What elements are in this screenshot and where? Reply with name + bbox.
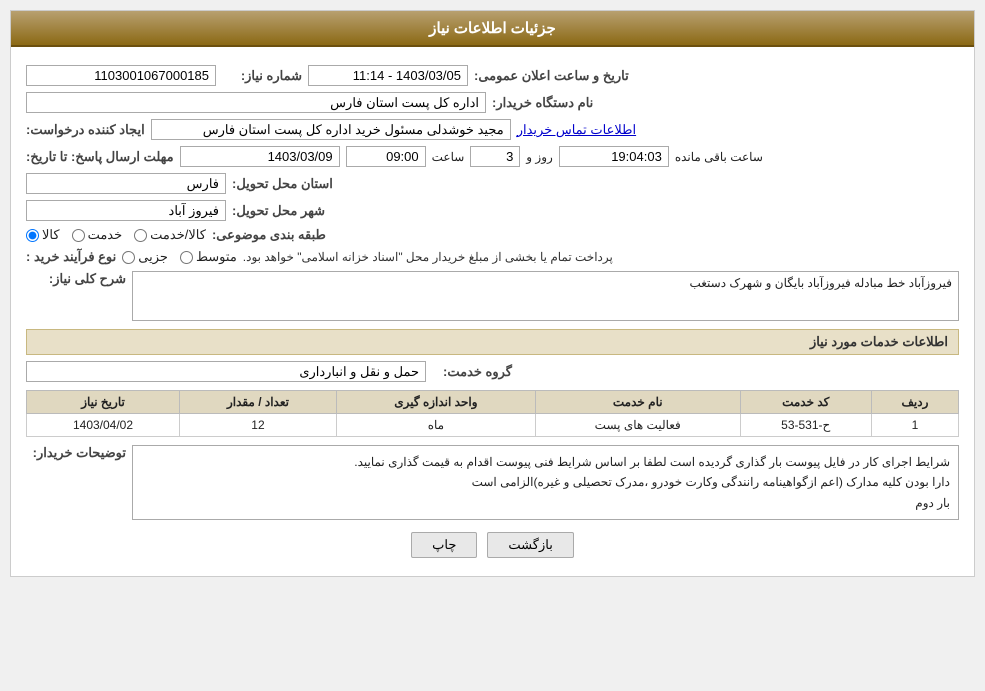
response-deadline-label: مهلت ارسال پاسخ: تا تاریخ: bbox=[26, 149, 174, 165]
creator-name-input bbox=[151, 119, 511, 140]
category-radio-service[interactable] bbox=[72, 229, 85, 242]
purchase-note: پرداخت تمام یا بخشی از مبلغ خریدار محل "… bbox=[243, 250, 613, 264]
service-group-label: گروه خدمت: bbox=[432, 364, 512, 380]
need-number-input bbox=[26, 65, 216, 86]
category-radio-group: کالا/خدمت خدمت کالا bbox=[26, 227, 206, 243]
table-row: 1 ح-531-53 فعالیت های پست ماه 12 1403/04… bbox=[27, 414, 959, 437]
category-label: طبقه بندی موضوعی: bbox=[212, 227, 326, 243]
creator-label: ایجاد کننده درخواست: bbox=[26, 122, 145, 138]
col-header-row: ردیف bbox=[871, 391, 958, 414]
category-radio-service-product[interactable] bbox=[134, 229, 147, 242]
category-label-service-product: کالا/خدمت bbox=[150, 227, 206, 243]
cell-name: فعالیت های پست bbox=[535, 414, 740, 437]
need-number-label: شماره نیاز: bbox=[222, 68, 302, 84]
category-option-service-product[interactable]: کالا/خدمت bbox=[134, 227, 206, 243]
need-desc-textarea[interactable]: فیروزآباد خط مبادله فیروزآباد بایگان و ش… bbox=[132, 271, 959, 321]
announce-date-input[interactable] bbox=[308, 65, 468, 86]
remain-label: ساعت باقی مانده bbox=[675, 150, 763, 164]
purchase-type-label: نوع فرآیند خرید : bbox=[26, 249, 116, 265]
buyer-notes-label: توضیحات خریدار: bbox=[26, 445, 126, 461]
cell-row: 1 bbox=[871, 414, 958, 437]
cell-code: ح-531-53 bbox=[740, 414, 871, 437]
back-button[interactable]: بازگشت bbox=[487, 532, 573, 558]
purchase-type-group: متوسط جزیی bbox=[122, 249, 237, 265]
response-time-input bbox=[346, 146, 426, 167]
services-table: ردیف کد خدمت نام خدمت واحد اندازه گیری ت… bbox=[26, 390, 959, 437]
province-label: استان محل تحویل: bbox=[232, 176, 333, 192]
announce-date-label: تاریخ و ساعت اعلان عمومی: bbox=[474, 68, 629, 84]
cell-unit: ماه bbox=[336, 414, 535, 437]
remain-input bbox=[559, 146, 669, 167]
category-label-service: خدمت bbox=[88, 227, 123, 243]
city-input bbox=[26, 200, 226, 221]
page-header: جزئیات اطلاعات نیاز bbox=[11, 11, 974, 47]
buyer-notes-box: شرایط اجرای کار در فایل پیوست بار گذاری … bbox=[132, 445, 959, 520]
purchase-radio-medium[interactable] bbox=[180, 251, 193, 264]
purchase-type-minor-label: جزیی bbox=[138, 249, 168, 265]
purchase-radio-minor[interactable] bbox=[122, 251, 135, 264]
need-desc-label: شرح کلی نیاز: bbox=[26, 271, 126, 287]
purchase-type-medium[interactable]: متوسط bbox=[180, 249, 237, 265]
page-title: جزئیات اطلاعات نیاز bbox=[429, 20, 556, 37]
response-date-input bbox=[180, 146, 340, 167]
buyer-org-label: نام دستگاه خریدار: bbox=[492, 95, 593, 111]
category-option-service[interactable]: خدمت bbox=[72, 227, 123, 243]
province-input bbox=[26, 173, 226, 194]
purchase-type-minor[interactable]: جزیی bbox=[122, 249, 168, 265]
services-section-title: اطلاعات خدمات مورد نیاز bbox=[26, 329, 959, 355]
service-group-input bbox=[26, 361, 426, 382]
category-option-product[interactable]: کالا bbox=[26, 227, 60, 243]
col-header-code: کد خدمت bbox=[740, 391, 871, 414]
col-header-qty: تعداد / مقدار bbox=[180, 391, 337, 414]
city-label: شهر محل تحویل: bbox=[232, 203, 325, 219]
services-table-section: ردیف کد خدمت نام خدمت واحد اندازه گیری ت… bbox=[26, 390, 959, 437]
cell-date: 1403/04/02 bbox=[27, 414, 180, 437]
col-header-date: تاریخ نیاز bbox=[27, 391, 180, 414]
creator-contact-link[interactable]: اطلاعات تماس خریدار bbox=[517, 122, 636, 138]
time-label: ساعت bbox=[432, 150, 465, 164]
cell-quantity: 12 bbox=[180, 414, 337, 437]
print-button[interactable]: چاپ bbox=[411, 532, 477, 558]
category-radio-product[interactable] bbox=[26, 229, 39, 242]
col-header-unit: واحد اندازه گیری bbox=[336, 391, 535, 414]
action-buttons: بازگشت چاپ bbox=[26, 532, 959, 558]
buyer-org-input bbox=[26, 92, 486, 113]
purchase-type-medium-label: متوسط bbox=[196, 249, 237, 265]
category-label-product: کالا bbox=[42, 227, 60, 243]
day-and-label: روز و bbox=[526, 150, 553, 164]
col-header-name: نام خدمت bbox=[535, 391, 740, 414]
days-input bbox=[470, 146, 520, 167]
